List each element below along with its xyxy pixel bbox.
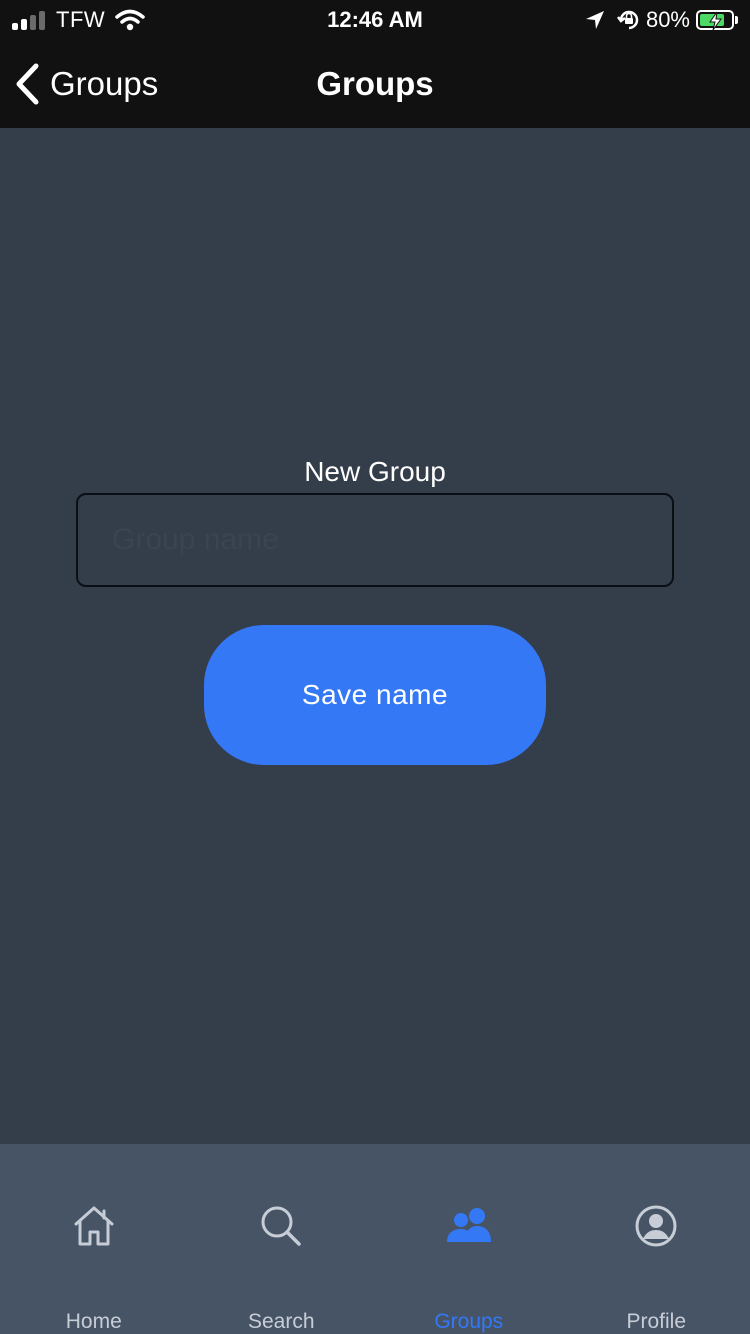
orientation-lock-icon (616, 10, 639, 30)
search-icon (261, 1206, 301, 1246)
profile-icon (635, 1205, 677, 1247)
tab-label: Groups (434, 1310, 504, 1333)
battery-cap (735, 16, 738, 24)
tab-profile[interactable]: Profile (563, 1144, 750, 1334)
battery-percent: 80% (645, 7, 690, 32)
tab-groups[interactable]: Groups (375, 1144, 563, 1334)
status-bar: TFW 12:46 AM 80% (0, 0, 750, 40)
battery-charging-icon (696, 10, 734, 31)
group-name-input[interactable] (76, 493, 674, 587)
home-icon (74, 1206, 114, 1246)
location-icon (585, 11, 604, 29)
tab-home[interactable]: Home (0, 1144, 188, 1334)
tab-label: Profile (626, 1310, 687, 1333)
page-title: Groups (316, 65, 434, 102)
tab-label: Home (65, 1310, 122, 1333)
screen: TFW 12:46 AM 80% Groups Groups New Group… (0, 0, 750, 1334)
tab-bar: Home Search Groups Profile (0, 1144, 750, 1334)
status-right: 80% (584, 6, 738, 34)
tab-search[interactable]: Search (188, 1144, 376, 1334)
main-content: New Group Save name (0, 128, 750, 1144)
navigation-bar: Groups Groups (0, 40, 750, 128)
save-name-button[interactable]: Save name (204, 625, 546, 765)
tab-label: Search (247, 1310, 315, 1333)
new-group-label: New Group (304, 456, 446, 487)
groups-icon (446, 1208, 491, 1242)
